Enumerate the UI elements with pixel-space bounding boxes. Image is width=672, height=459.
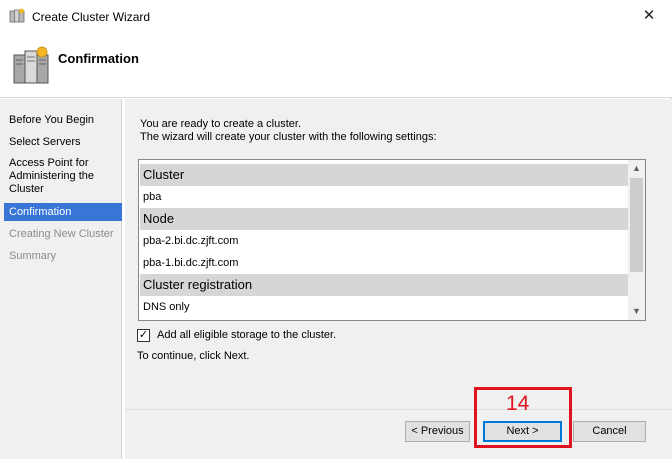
scroll-thumb[interactable] <box>630 178 643 272</box>
settings-group-row: Cluster registration <box>140 274 630 296</box>
title-bar: Create Cluster Wizard ✕ <box>0 0 672 31</box>
step-annotation-number: 14 <box>506 392 530 415</box>
previous-button[interactable]: < Previous <box>405 421 470 442</box>
intro-line-ready: You are ready to create a cluster. <box>140 118 302 130</box>
nav-item-summary: Summary <box>9 250 57 262</box>
scroll-up-arrow-icon[interactable]: ▲ <box>628 160 645 177</box>
scroll-down-arrow-icon[interactable]: ▼ <box>628 303 645 320</box>
intro-line-settings: The wizard will create your cluster with… <box>140 131 437 143</box>
nav-item-before-you-begin[interactable]: Before You Begin <box>4 114 122 127</box>
settings-item-row: pba <box>140 186 630 208</box>
page-title: Confirmation <box>58 51 139 66</box>
cluster-app-icon <box>9 8 25 24</box>
nav-item-creating-new-cluster: Creating New Cluster <box>9 228 114 240</box>
wizard-step-nav: Before You Begin Select Servers Access P… <box>0 99 122 459</box>
listbox-scrollbar[interactable]: ▲ ▼ <box>628 160 645 320</box>
create-cluster-wizard-window: Create Cluster Wizard ✕ Confirmation Bef… <box>0 0 672 459</box>
nav-item-select-servers[interactable]: Select Servers <box>4 136 122 149</box>
page-header: Confirmation <box>0 31 672 98</box>
settings-item-row: DNS only <box>140 296 630 318</box>
settings-item-row: pba-1.bi.dc.zjft.com <box>140 252 630 274</box>
settings-group-row: Cluster <box>140 164 630 186</box>
intro-text: You are ready to create a cluster. The w… <box>140 118 437 144</box>
cluster-servers-icon <box>12 46 50 86</box>
footer-divider <box>125 409 672 410</box>
settings-group-row: Node <box>140 208 630 230</box>
continue-instruction: To continue, click Next. <box>137 350 250 362</box>
close-icon[interactable]: ✕ <box>626 0 672 31</box>
cancel-button[interactable]: Cancel <box>573 421 646 442</box>
settings-listbox[interactable]: Cluster pba Node pba-2.bi.dc.zjft.com pb… <box>138 159 646 321</box>
settings-item-row: pba-2.bi.dc.zjft.com <box>140 230 630 252</box>
nav-item-confirmation[interactable]: Confirmation <box>4 203 122 221</box>
main-panel: You are ready to create a cluster. The w… <box>125 99 672 459</box>
window-title: Create Cluster Wizard <box>32 10 151 24</box>
add-storage-label[interactable]: Add all eligible storage to the cluster. <box>157 329 336 342</box>
add-storage-checkbox[interactable]: ✓ <box>137 329 150 342</box>
nav-item-access-point[interactable]: Access Point for Administering the Clust… <box>4 157 100 196</box>
